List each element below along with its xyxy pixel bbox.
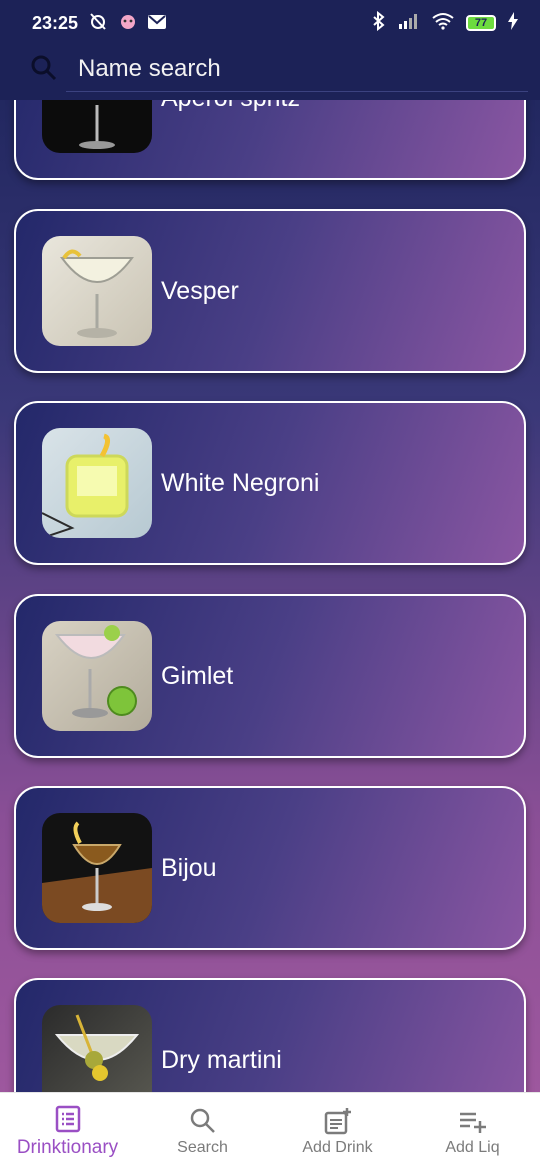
drink-card-aperol-spritz[interactable]: Aperol spritz [14, 100, 526, 180]
nav-label: Add Liq [445, 1139, 500, 1156]
drink-card-gimlet[interactable]: Gimlet [14, 594, 526, 758]
search-icon [189, 1107, 217, 1135]
drink-name: Gimlet [161, 661, 234, 690]
drink-card-vesper[interactable]: Vesper [14, 209, 526, 373]
aperol-spritz-photo [42, 100, 152, 153]
bluetooth-icon [372, 10, 386, 36]
nav-drinktionary[interactable]: Drinktionary [0, 1093, 135, 1171]
status-right: 77 [372, 10, 518, 36]
status-left: 23:25 [32, 11, 167, 36]
search-icon[interactable] [30, 54, 58, 87]
drink-name: Aperol spritz [161, 100, 300, 113]
charging-icon [508, 11, 518, 35]
mail-icon [148, 13, 167, 34]
drink-name: Dry martini [161, 1045, 282, 1074]
name-search-input[interactable] [66, 46, 528, 92]
dry-martini-photo [42, 1005, 152, 1092]
nav-add-liq[interactable]: Add Liq [405, 1093, 540, 1171]
nav-label: Search [177, 1139, 228, 1156]
nav-label: Add Drink [302, 1139, 373, 1156]
bijou-photo [42, 813, 152, 923]
nav-search[interactable]: Search [135, 1093, 270, 1171]
nav-add-drink[interactable]: Add Drink [270, 1093, 405, 1171]
drink-name: Bijou [161, 853, 217, 882]
status-time: 23:25 [32, 12, 79, 33]
drink-card-bijou[interactable]: Bijou [14, 786, 526, 950]
drink-card-white-negroni[interactable]: White Negroni [14, 401, 526, 565]
alarm-off-icon [88, 11, 108, 36]
bottom-navigation: Drinktionary Search Add Drink Add Liq [0, 1092, 540, 1171]
signal-icon [398, 13, 420, 34]
list-document-icon [54, 1105, 82, 1133]
add-note-icon [324, 1107, 352, 1135]
white-negroni-photo [42, 428, 152, 538]
drink-list[interactable]: Aperol spritz Vesper White Negroni Gimle… [0, 100, 540, 1092]
playlist-add-icon [458, 1107, 488, 1135]
status-bar: 23:25 77 [0, 0, 540, 46]
drink-name: Vesper [161, 276, 239, 305]
nav-label: Drinktionary [16, 1137, 119, 1158]
search-bar [0, 46, 540, 100]
gimlet-photo [42, 621, 152, 731]
drink-card-dry-martini[interactable]: Dry martini [14, 978, 526, 1092]
vesper-photo [42, 236, 152, 346]
drink-name: White Negroni [161, 468, 320, 497]
wifi-icon [432, 12, 454, 35]
app-notification-icon [118, 11, 138, 36]
battery-icon: 77 [466, 15, 496, 31]
